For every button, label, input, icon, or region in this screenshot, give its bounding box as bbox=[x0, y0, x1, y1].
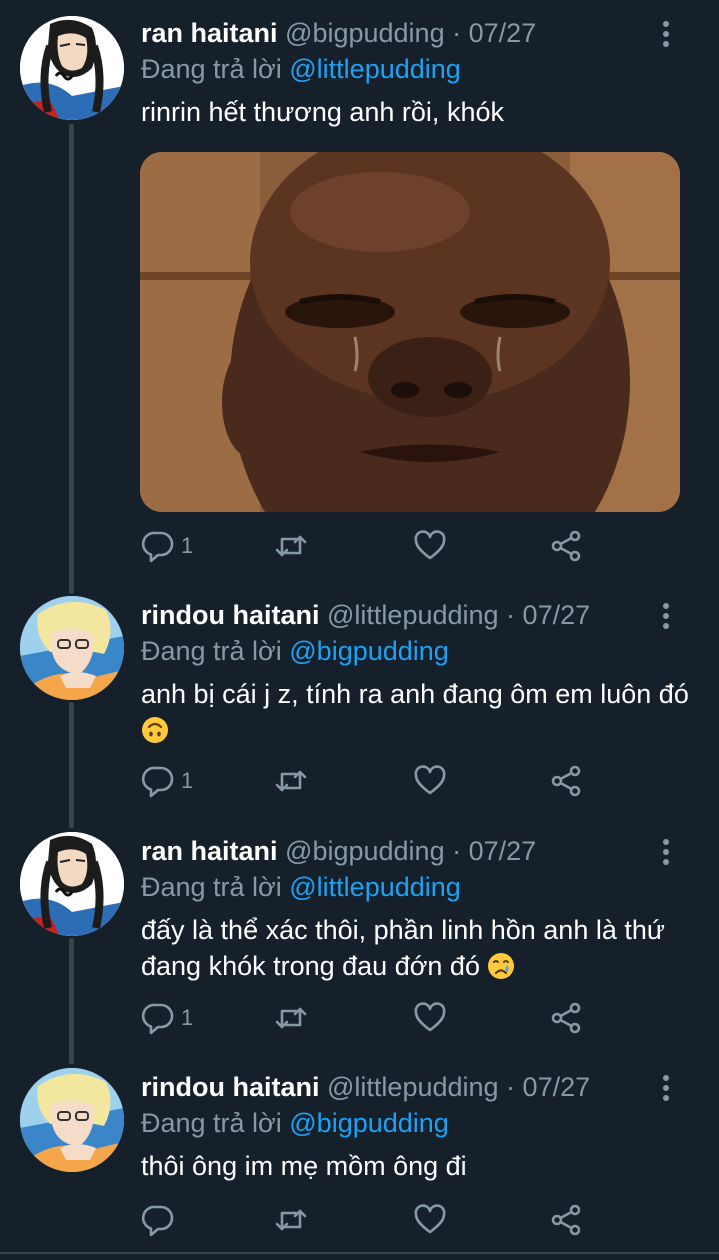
heart-icon bbox=[413, 529, 447, 563]
media-image bbox=[140, 152, 680, 512]
tweet-date[interactable]: 07/27 bbox=[469, 18, 537, 48]
replying-to: Đang trả lời @littlepudding bbox=[141, 870, 461, 904]
replying-prefix: Đang trả lời bbox=[141, 54, 290, 84]
reply-count: 1 bbox=[181, 1005, 194, 1030]
replying-prefix: Đang trả lời bbox=[141, 636, 290, 666]
retweet-icon bbox=[274, 1001, 308, 1035]
tweet-header: ran haitani @bigpudding · 07/27 bbox=[141, 834, 536, 868]
tweet-text-content: anh bị cái j z, tính ra anh đang ôm em l… bbox=[141, 679, 689, 709]
tweet-text-content: thôi ông im mẹ mồm ông đi bbox=[141, 1151, 467, 1181]
more-vertical-icon[interactable] bbox=[658, 602, 674, 630]
tweet[interactable]: rindou haitani @littlepudding · 07/27 Đa… bbox=[0, 582, 719, 822]
like-button[interactable] bbox=[413, 998, 447, 1038]
share-icon bbox=[549, 764, 583, 798]
retweet-button[interactable] bbox=[274, 526, 308, 566]
replying-prefix: Đang trả lời bbox=[141, 872, 290, 902]
reply-icon bbox=[141, 529, 175, 563]
user-handle[interactable]: @littlepudding bbox=[327, 600, 499, 630]
tweet-actions: 1 bbox=[141, 526, 601, 566]
tweet-text: đấy là thể xác thôi, phần linh hồn anh l… bbox=[141, 912, 691, 984]
tweet-header: rindou haitani @littlepudding · 07/27 bbox=[141, 598, 590, 632]
retweet-button[interactable] bbox=[274, 1200, 308, 1240]
tweet-text: anh bị cái j z, tính ra anh đang ôm em l… bbox=[141, 676, 691, 748]
share-icon bbox=[549, 1001, 583, 1035]
retweet-icon bbox=[274, 1203, 308, 1237]
reply-button[interactable]: 1 bbox=[141, 761, 193, 801]
avatar[interactable] bbox=[20, 16, 124, 120]
retweet-button[interactable] bbox=[274, 998, 308, 1038]
display-name[interactable]: rindou haitani bbox=[141, 1072, 320, 1102]
replying-prefix: Đang trả lời bbox=[141, 1108, 290, 1138]
crying-face-emoji bbox=[487, 952, 515, 980]
reply-button[interactable] bbox=[141, 1200, 181, 1240]
reply-icon bbox=[141, 1203, 175, 1237]
more-vertical-icon[interactable] bbox=[658, 1074, 674, 1102]
separator: · bbox=[444, 18, 469, 48]
retweet-button[interactable] bbox=[274, 761, 308, 801]
tweet-header: ran haitani @bigpudding · 07/27 bbox=[141, 16, 536, 50]
like-button[interactable] bbox=[413, 526, 447, 566]
tweet-header: rindou haitani @littlepudding · 07/27 bbox=[141, 1070, 590, 1104]
mention-link[interactable]: @bigpudding bbox=[289, 636, 449, 666]
tweet[interactable]: ran haitani @bigpudding · 07/27 Đang trả… bbox=[0, 0, 719, 590]
heart-icon bbox=[413, 764, 447, 798]
retweet-icon bbox=[274, 764, 308, 798]
like-button[interactable] bbox=[413, 761, 447, 801]
replying-to: Đang trả lời @bigpudding bbox=[141, 1106, 449, 1140]
mention-link[interactable]: @littlepudding bbox=[289, 872, 461, 902]
avatar[interactable] bbox=[20, 596, 124, 700]
replying-to: Đang trả lời @bigpudding bbox=[141, 634, 449, 668]
user-handle[interactable]: @bigpudding bbox=[285, 18, 445, 48]
reply-button[interactable]: 1 bbox=[141, 526, 193, 566]
more-vertical-icon[interactable] bbox=[658, 838, 674, 866]
tweet-date[interactable]: 07/27 bbox=[469, 836, 537, 866]
reply-icon bbox=[141, 1001, 175, 1035]
display-name[interactable]: ran haitani bbox=[141, 18, 278, 48]
tweet[interactable]: rindou haitani @littlepudding · 07/27 Đa… bbox=[0, 1054, 719, 1254]
reply-button[interactable]: 1 bbox=[141, 998, 193, 1038]
tweet-text: rinrin hết thương anh rồi, khók bbox=[141, 94, 691, 130]
reply-count: 1 bbox=[181, 768, 194, 793]
display-name[interactable]: rindou haitani bbox=[141, 600, 320, 630]
share-button[interactable] bbox=[549, 761, 583, 801]
tweet[interactable]: ran haitani @bigpudding · 07/27 Đang trả… bbox=[0, 818, 719, 1058]
avatar[interactable] bbox=[20, 832, 124, 936]
tweet-date[interactable]: 07/27 bbox=[523, 600, 591, 630]
crying-man-photo[interactable] bbox=[140, 152, 680, 512]
retweet-icon bbox=[274, 529, 308, 563]
upside-down-face-emoji bbox=[141, 716, 169, 744]
share-button[interactable] bbox=[549, 1200, 583, 1240]
tweet-actions bbox=[141, 1200, 601, 1240]
mention-link[interactable]: @bigpudding bbox=[289, 1108, 449, 1138]
share-icon bbox=[549, 1203, 583, 1237]
tweet-date[interactable]: 07/27 bbox=[523, 1072, 591, 1102]
heart-icon bbox=[413, 1203, 447, 1237]
separator: · bbox=[498, 1072, 523, 1102]
share-button[interactable] bbox=[549, 998, 583, 1038]
reply-icon bbox=[141, 764, 175, 798]
reply-count: 1 bbox=[181, 533, 194, 558]
separator: · bbox=[498, 600, 523, 630]
tweet-text: thôi ông im mẹ mồm ông đi bbox=[141, 1148, 691, 1184]
separator: · bbox=[444, 836, 469, 866]
display-name[interactable]: ran haitani bbox=[141, 836, 278, 866]
share-button[interactable] bbox=[549, 526, 583, 566]
tweet-actions: 1 bbox=[141, 761, 601, 801]
tweet-text-content: rinrin hết thương anh rồi, khók bbox=[141, 97, 504, 127]
tweet-actions: 1 bbox=[141, 998, 601, 1038]
share-icon bbox=[549, 529, 583, 563]
avatar[interactable] bbox=[20, 1068, 124, 1172]
more-vertical-icon[interactable] bbox=[658, 20, 674, 48]
user-handle[interactable]: @bigpudding bbox=[285, 836, 445, 866]
bottom-divider bbox=[0, 1252, 719, 1254]
mention-link[interactable]: @littlepudding bbox=[289, 54, 461, 84]
tweet-text-content: đấy là thể xác thôi, phần linh hồn anh l… bbox=[141, 915, 665, 981]
replying-to: Đang trả lời @littlepudding bbox=[141, 52, 461, 86]
like-button[interactable] bbox=[413, 1200, 447, 1240]
heart-icon bbox=[413, 1001, 447, 1035]
user-handle[interactable]: @littlepudding bbox=[327, 1072, 499, 1102]
